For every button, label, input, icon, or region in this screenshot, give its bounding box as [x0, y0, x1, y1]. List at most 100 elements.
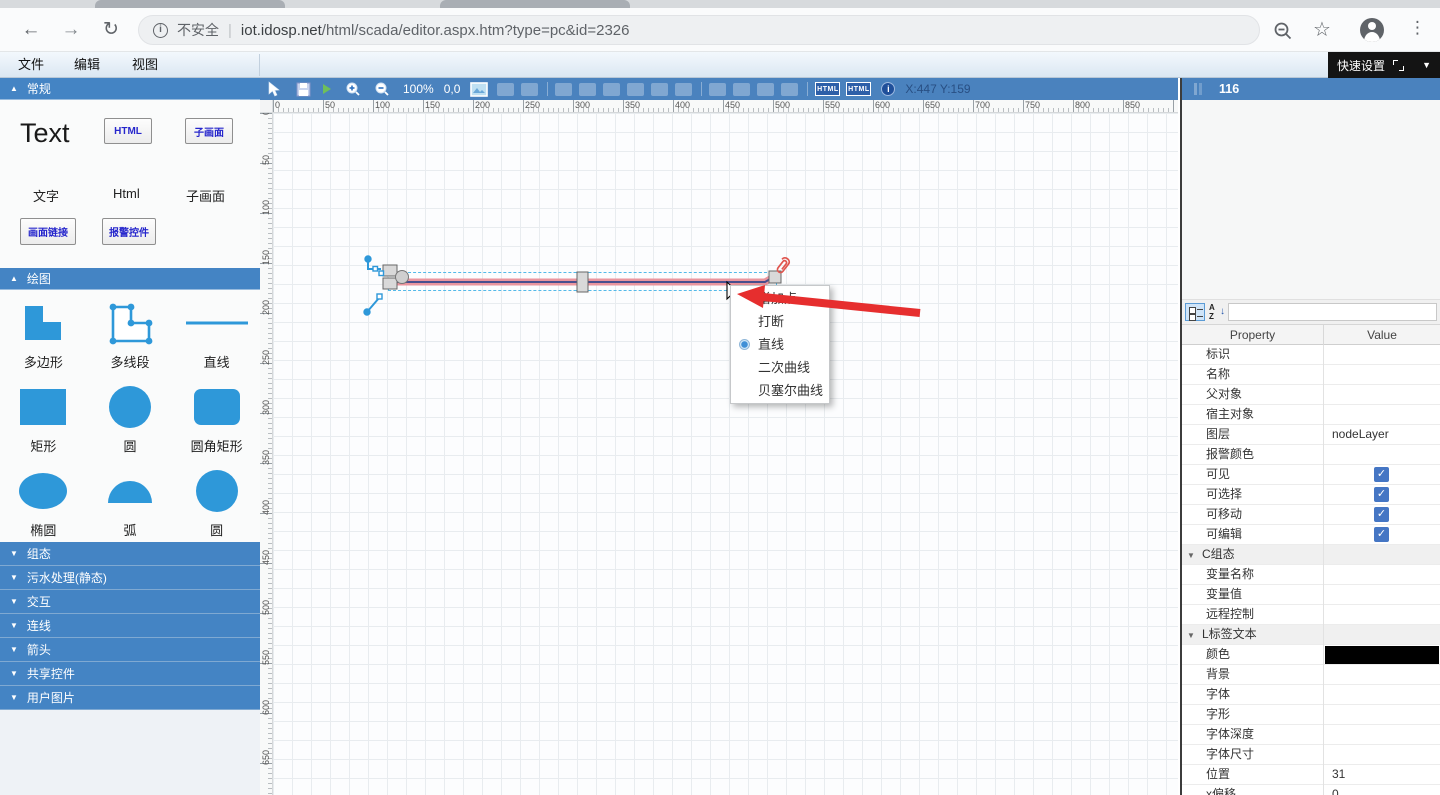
- save-icon[interactable]: [296, 82, 311, 97]
- tool-shape-polyline[interactable]: 多线段: [87, 290, 174, 374]
- align-top-icon[interactable]: [627, 83, 644, 96]
- context-menu-item[interactable]: 打断: [731, 310, 829, 333]
- zoom-page-icon[interactable]: [1272, 20, 1294, 42]
- categorized-view-icon[interactable]: [1185, 303, 1205, 321]
- url-bar[interactable]: i 不安全 | iot.idosp.net/html/scada/editor.…: [138, 15, 1260, 45]
- palette-section-collapsed[interactable]: ▼箭头: [0, 638, 260, 662]
- property-value-cell[interactable]: ✓: [1324, 485, 1440, 505]
- tool-subscreen[interactable]: 子画面: [185, 118, 233, 144]
- palette-section-collapsed[interactable]: ▼组态: [0, 542, 260, 566]
- bring-front-icon[interactable]: [709, 83, 726, 96]
- menu-view[interactable]: 视图: [126, 52, 164, 77]
- select-cursor-icon[interactable]: [268, 81, 281, 97]
- align-middle-icon[interactable]: [651, 83, 668, 96]
- palette-section-general[interactable]: ▲ 常规: [0, 78, 260, 100]
- checkbox-checked-icon[interactable]: ✓: [1374, 487, 1389, 502]
- tool-shape-arc[interactable]: 弧: [87, 458, 174, 542]
- ungroup-icon[interactable]: [521, 83, 538, 96]
- sort-az-icon[interactable]: AZ: [1208, 303, 1225, 321]
- tool-screen-link[interactable]: 画面链接: [20, 218, 76, 245]
- zoom-in-icon[interactable]: [345, 81, 361, 97]
- property-value-cell[interactable]: [1324, 605, 1440, 625]
- tool-shape-rect[interactable]: 矩形: [0, 374, 87, 458]
- property-value-cell[interactable]: ✓: [1324, 465, 1440, 485]
- context-menu-item[interactable]: 直线: [731, 333, 829, 356]
- info-icon[interactable]: i: [881, 82, 895, 96]
- checkbox-checked-icon[interactable]: ✓: [1374, 467, 1389, 482]
- palette-section-draw[interactable]: ▲ 绘图: [0, 268, 260, 290]
- property-value-cell[interactable]: [1324, 725, 1440, 745]
- page-info-icon[interactable]: i: [153, 23, 168, 38]
- distribute-h-icon[interactable]: [757, 83, 774, 96]
- context-menu-item[interactable]: 增加点: [731, 287, 829, 310]
- palette-section-collapsed[interactable]: ▼共享控件: [0, 662, 260, 686]
- background-image-icon[interactable]: [470, 82, 488, 97]
- back-icon[interactable]: ←: [18, 17, 44, 43]
- tool-shape-circle[interactable]: 圆: [173, 458, 260, 542]
- property-value-cell[interactable]: [1324, 685, 1440, 705]
- object-tree-area[interactable]: [1182, 100, 1440, 300]
- property-row: 可编辑✓: [1182, 525, 1440, 545]
- tool-alarm-control[interactable]: 报警控件: [102, 218, 156, 245]
- tool-text[interactable]: Text: [20, 118, 70, 149]
- collapse-down-icon: ▼: [10, 693, 18, 702]
- browser-menu-icon[interactable]: ⋮: [1409, 18, 1426, 38]
- rounded-icon: [194, 382, 240, 432]
- tool-shape-polygon[interactable]: 多边形: [0, 290, 87, 374]
- group-icon[interactable]: [497, 83, 514, 96]
- browser-tab-hint: [95, 0, 285, 8]
- design-canvas[interactable]: 增加点打断直线二次曲线贝塞尔曲线: [273, 113, 1178, 795]
- palette-section-collapsed[interactable]: ▼交互: [0, 590, 260, 614]
- property-value-cell[interactable]: [1324, 585, 1440, 605]
- property-value-cell[interactable]: [1324, 645, 1440, 665]
- menu-edit[interactable]: 编辑: [68, 52, 106, 77]
- tool-shape-ellipse[interactable]: 椭圆: [0, 458, 87, 542]
- panel-tab-label[interactable]: 116: [1219, 82, 1239, 96]
- property-value-cell[interactable]: ✓: [1324, 505, 1440, 525]
- palette-section-collapsed[interactable]: ▼用户图片: [0, 686, 260, 710]
- property-value-cell[interactable]: 0: [1324, 785, 1440, 795]
- property-value-cell[interactable]: ✓: [1324, 525, 1440, 545]
- checkbox-checked-icon[interactable]: ✓: [1374, 507, 1389, 522]
- property-value-cell[interactable]: [1324, 345, 1440, 365]
- profile-avatar-icon[interactable]: [1360, 18, 1384, 42]
- property-filter-input[interactable]: [1228, 303, 1437, 321]
- tool-html[interactable]: HTML: [104, 118, 152, 144]
- palette-section-collapsed[interactable]: ▼连线: [0, 614, 260, 638]
- property-value-cell[interactable]: [1324, 705, 1440, 725]
- tool-shape-circle[interactable]: 圆: [87, 374, 174, 458]
- context-menu-item[interactable]: 贝塞尔曲线: [731, 379, 829, 402]
- align-center-icon[interactable]: [579, 83, 596, 96]
- checkbox-checked-icon[interactable]: ✓: [1374, 527, 1389, 542]
- property-value-cell[interactable]: [1324, 385, 1440, 405]
- context-menu-item[interactable]: 二次曲线: [731, 356, 829, 379]
- menu-file[interactable]: 文件: [12, 52, 50, 77]
- ruler-tick-label: 600: [875, 100, 890, 110]
- tool-shape-rounded[interactable]: 圆角矩形: [173, 374, 260, 458]
- property-value-cell[interactable]: [1324, 565, 1440, 585]
- align-bottom-icon[interactable]: [675, 83, 692, 96]
- align-left-icon[interactable]: [555, 83, 572, 96]
- property-value-cell[interactable]: 31: [1324, 765, 1440, 785]
- align-right-icon[interactable]: [603, 83, 620, 96]
- html-preview-icon[interactable]: HTML: [846, 82, 871, 96]
- palette-section-collapsed[interactable]: ▼污水处理(静态): [0, 566, 260, 590]
- distribute-v-icon[interactable]: [781, 83, 798, 96]
- color-swatch[interactable]: [1325, 646, 1439, 664]
- property-value-cell[interactable]: [1324, 745, 1440, 765]
- property-value-cell[interactable]: [1324, 445, 1440, 465]
- property-value-cell[interactable]: [1324, 665, 1440, 685]
- property-value-cell[interactable]: [1324, 405, 1440, 425]
- forward-icon[interactable]: →: [58, 17, 84, 43]
- send-back-icon[interactable]: [733, 83, 750, 96]
- tool-shape-line[interactable]: 直线: [173, 290, 260, 374]
- property-value-cell[interactable]: nodeLayer: [1324, 425, 1440, 445]
- bookmark-star-icon[interactable]: ☆: [1313, 17, 1331, 42]
- html-export-icon[interactable]: HTML: [815, 82, 840, 96]
- run-icon[interactable]: [322, 83, 332, 95]
- zoom-out-icon[interactable]: [374, 81, 390, 97]
- ruler-tick-label: 800: [1075, 100, 1090, 110]
- property-value-cell[interactable]: [1324, 365, 1440, 385]
- reload-icon[interactable]: ↻: [98, 17, 124, 43]
- quick-settings-button[interactable]: 快速设置 ▼: [1328, 52, 1440, 78]
